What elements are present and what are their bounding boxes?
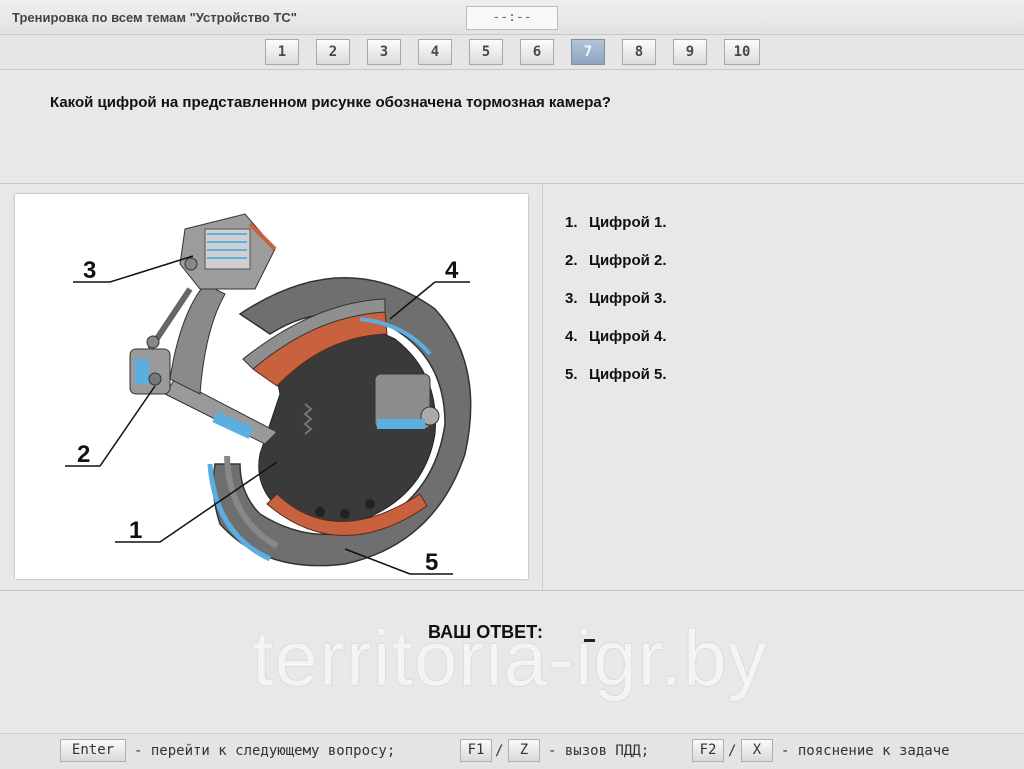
title-bar: Тренировка по всем темам "Устройство ТС"… (0, 0, 1024, 35)
f2-key[interactable]: F2 (692, 739, 724, 762)
question-button-1[interactable]: 1 (265, 39, 299, 65)
f1-key[interactable]: F1 (460, 739, 492, 762)
question-panel: Какой цифрой на представленном рисунке о… (0, 70, 1024, 184)
content-area: 3 4 2 1 5 1. Цифрой 1. 2. Цифрой 2. 3. Цифр… (0, 184, 1024, 590)
question-button-10[interactable]: 10 (724, 39, 760, 65)
question-button-2[interactable]: 2 (316, 39, 350, 65)
enter-key[interactable]: Enter (60, 739, 126, 762)
enter-hint-text: - перейти к следующему вопросу; (134, 743, 396, 759)
brake-mechanism-figure: 3 4 2 1 5 (15, 194, 528, 579)
test-title: Тренировка по всем темам "Устройство ТС" (12, 10, 297, 25)
answer-option-3[interactable]: 3. Цифрой 3. (565, 290, 667, 328)
explain-hint-text: - пояснение к задаче (781, 743, 950, 759)
x-key[interactable]: X (741, 739, 773, 762)
slash-separator: / (495, 743, 504, 759)
keyboard-hints-bar: Enter - перейти к следующему вопросу; F1… (0, 733, 1024, 769)
question-nav: 1 2 3 4 5 6 7 8 9 10 (0, 35, 1024, 70)
timer-display: --:-- (466, 6, 558, 30)
pdd-hint-text: - вызов ПДД; (548, 743, 650, 759)
answer-option-2[interactable]: 2. Цифрой 2. (565, 252, 667, 290)
question-button-3[interactable]: 3 (367, 39, 401, 65)
answer-option-5[interactable]: 5. Цифрой 5. (565, 366, 667, 404)
figure-label-5: 5 (425, 549, 438, 576)
z-key[interactable]: Z (508, 739, 540, 762)
brake-illustration: 3 4 2 1 5 (65, 213, 472, 576)
figure-label-4: 4 (445, 257, 459, 284)
figure-label-1: 1 (129, 517, 142, 544)
answer-option-1[interactable]: 1. Цифрой 1. (565, 214, 667, 252)
question-text: Какой цифрой на представленном рисунке о… (50, 94, 611, 111)
figure-label-2: 2 (77, 441, 90, 468)
question-button-4[interactable]: 4 (418, 39, 452, 65)
answer-area: territoria-igr.by ВАШ ОТВЕТ: (0, 590, 1024, 733)
your-answer-label: ВАШ ОТВЕТ: (428, 622, 543, 642)
question-button-9[interactable]: 9 (673, 39, 707, 65)
question-button-7-active[interactable]: 7 (571, 39, 605, 65)
slash-separator-2: / (728, 743, 737, 759)
question-button-5[interactable]: 5 (469, 39, 503, 65)
answer-list: 1. Цифрой 1. 2. Цифрой 2. 3. Цифрой 3. 4. Ци… (565, 214, 667, 404)
question-button-8[interactable]: 8 (622, 39, 656, 65)
question-button-6[interactable]: 6 (520, 39, 554, 65)
answer-input-cursor[interactable] (584, 639, 595, 642)
answer-option-4[interactable]: 4. Цифрой 4. (565, 328, 667, 366)
figure-label-3: 3 (83, 257, 96, 284)
panel-divider (542, 184, 543, 590)
